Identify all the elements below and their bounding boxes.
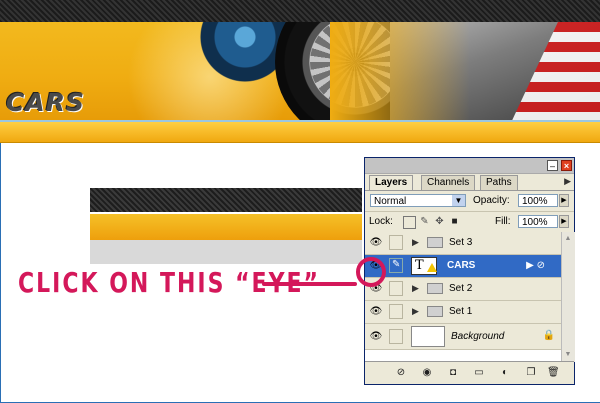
header-top-strip — [0, 0, 600, 23]
adjustment-layer-icon[interactable]: ◐ — [499, 367, 511, 379]
layer-list-scrollbar[interactable]: ▲ ▼ — [561, 232, 575, 362]
panel-tabs: Layers Channels Paths ▶ — [365, 174, 574, 191]
preview-yellow-bar — [90, 212, 362, 240]
eye-icon[interactable]: 👁 — [369, 237, 383, 248]
fill-input[interactable]: 100% — [518, 215, 558, 228]
race-track-graphic — [330, 22, 600, 120]
layer-row-background[interactable]: 👁 Background 🔒 — [365, 324, 561, 350]
lock-image-icon[interactable]: ✎ — [419, 216, 430, 227]
lock-transparency-icon[interactable] — [403, 216, 416, 229]
tab-channels[interactable]: Channels — [421, 175, 476, 190]
fill-slider-arrow-icon[interactable]: ▶ — [559, 215, 569, 228]
chevron-down-icon[interactable]: ▼ — [452, 195, 465, 206]
layer-effects-icon[interactable]: ▶ ⊘ — [526, 260, 545, 271]
opacity-slider-arrow-icon[interactable]: ▶ — [559, 194, 569, 207]
panel-bottom-toolbar: ⊘ ◉ ◘ ▭ ◐ ❐ 🗑 — [365, 361, 574, 384]
panel-menu-arrow-icon[interactable]: ▶ — [564, 176, 571, 187]
lock-all-icon[interactable]: ■ — [449, 216, 460, 227]
preview-grey-bar — [90, 240, 362, 264]
preview-dark-bar — [90, 188, 362, 212]
expand-triangle-icon[interactable]: ▶ — [412, 306, 419, 317]
layer-row-set-1[interactable]: 👁 ▶ Set 1 — [365, 301, 561, 324]
layer-link-cell[interactable] — [389, 235, 403, 250]
header-nav-strip — [0, 120, 600, 143]
eye-icon[interactable]: 👁 — [369, 331, 383, 342]
new-group-icon[interactable]: ▭ — [473, 367, 485, 379]
expand-triangle-icon[interactable]: ▶ — [412, 237, 419, 248]
opacity-input[interactable]: 100% — [518, 194, 558, 207]
scroll-down-icon[interactable]: ▼ — [563, 350, 573, 360]
close-icon[interactable]: × — [561, 160, 572, 171]
layer-row-set-3[interactable]: 👁 ▶ Set 3 — [365, 232, 561, 255]
panel-titlebar[interactable]: – × — [365, 158, 574, 174]
background-thumbnail — [411, 326, 445, 347]
layer-mask-icon[interactable]: ◘ — [447, 367, 459, 379]
layer-name: Set 2 — [449, 283, 473, 294]
callout-arrow — [262, 282, 357, 286]
lock-icon: 🔒 — [542, 330, 555, 341]
opacity-label: Opacity: — [473, 195, 510, 206]
eye-icon[interactable]: 👁 — [369, 306, 383, 317]
folder-icon — [427, 306, 443, 317]
folder-icon — [427, 237, 443, 248]
layer-row-cars[interactable]: 👁 ✎ T CARS ▶ ⊘ — [365, 255, 561, 278]
layer-link-cell[interactable] — [389, 304, 403, 319]
warning-icon — [427, 263, 437, 272]
layers-panel: – × Layers Channels Paths ▶ Normal ▼ Opa… — [364, 157, 575, 385]
new-layer-icon[interactable]: ❐ — [525, 367, 537, 379]
cars-logo: CARS — [6, 88, 85, 117]
layer-link-cell[interactable] — [389, 329, 403, 344]
folder-icon — [427, 283, 443, 294]
layer-link-cell[interactable]: ✎ — [389, 258, 403, 273]
expand-triangle-icon[interactable]: ▶ — [412, 283, 419, 294]
fill-label: Fill: — [495, 216, 511, 227]
layer-name: Set 1 — [449, 306, 473, 317]
scroll-up-icon[interactable]: ▲ — [563, 234, 573, 244]
layer-name: CARS — [447, 260, 476, 271]
layer-name: Set 3 — [449, 237, 473, 248]
layer-style-icon[interactable]: ◉ — [421, 367, 433, 379]
layer-list: 👁 ▶ Set 3 👁 ✎ T CARS ▶ ⊘ 👁 ▶ Set 2 👁 ▶ S… — [365, 232, 561, 362]
lock-label: Lock: — [369, 216, 393, 227]
layer-row-set-2[interactable]: 👁 ▶ Set 2 — [365, 278, 561, 301]
lock-position-icon[interactable]: ✥ — [434, 216, 445, 227]
header-banner: CARS — [0, 22, 600, 120]
minimize-icon[interactable]: – — [547, 160, 558, 171]
tab-paths[interactable]: Paths — [480, 175, 518, 190]
brush-icon: ✎ — [392, 259, 401, 270]
highlight-circle — [356, 257, 386, 287]
link-layers-icon[interactable]: ⊘ — [395, 367, 407, 379]
layer-link-cell[interactable] — [389, 281, 403, 296]
tab-layers[interactable]: Layers — [369, 175, 414, 190]
blend-row: Normal ▼ Opacity: 100% ▶ — [365, 191, 574, 212]
blend-mode-value: Normal — [374, 196, 407, 207]
trash-icon[interactable]: 🗑 — [547, 367, 560, 379]
blend-mode-select[interactable]: Normal ▼ — [370, 194, 466, 207]
layer-name: Background — [451, 331, 505, 342]
lock-row: Lock: ✎ ✥ ■ Fill: 100% ▶ — [365, 212, 574, 233]
